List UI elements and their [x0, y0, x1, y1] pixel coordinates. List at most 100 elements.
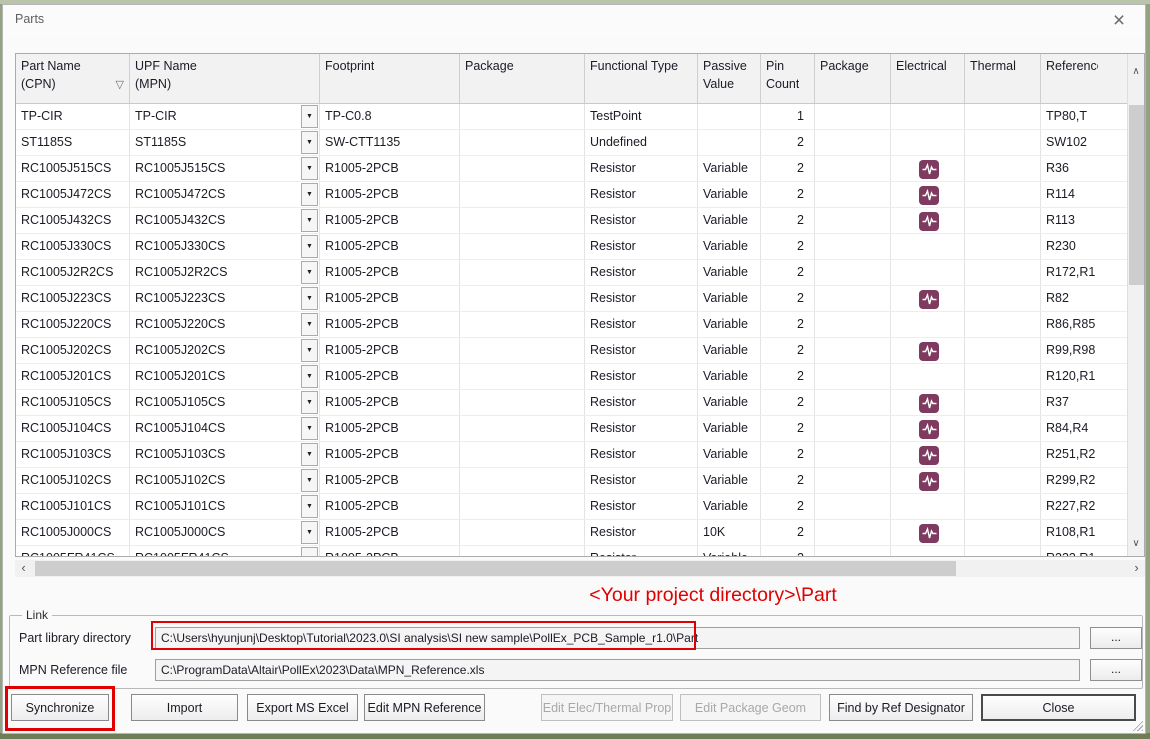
browse-part-library-button[interactable]: ...: [1090, 627, 1142, 649]
horizontal-scrollbar[interactable]: ‹ ›: [15, 560, 1145, 577]
sort-descending-icon: ▽: [116, 78, 124, 94]
mpn-dropdown-icon[interactable]: ▼: [301, 443, 318, 466]
scroll-right-icon[interactable]: ›: [1128, 560, 1145, 577]
table-row[interactable]: RC1005J223CSRC1005J223CS▼R1005-2PCBResis…: [16, 286, 1127, 312]
table-row[interactable]: TP-CIRTP-CIR▼TP-C0.8TestPoint1TP80,T: [16, 104, 1127, 130]
cell-package2: [815, 520, 891, 545]
table-row[interactable]: RC1005J104CSRC1005J104CS▼R1005-2PCBResis…: [16, 416, 1127, 442]
column-header-pin_count[interactable]: Pin Count: [761, 54, 815, 103]
cell-footprint: R1005-2PCB: [320, 442, 460, 467]
cell-pin_count: 2: [761, 364, 815, 389]
cell-footprint: R1005-2PCB: [320, 260, 460, 285]
horizontal-scrollbar-thumb[interactable]: [35, 561, 956, 576]
cell-reference: R84,R4: [1041, 416, 1127, 441]
electrical-waveform-icon[interactable]: [919, 446, 939, 465]
export-ms-excel-button[interactable]: Export MS Excel: [247, 694, 358, 721]
table-row[interactable]: RC1005J201CSRC1005J201CS▼R1005-2PCBResis…: [16, 364, 1127, 390]
electrical-waveform-icon[interactable]: [919, 394, 939, 413]
column-header-footprint[interactable]: Footprint: [320, 54, 460, 103]
electrical-waveform-icon[interactable]: [919, 524, 939, 543]
column-header-reference[interactable]: Reference: [1041, 54, 1127, 103]
scroll-down-icon[interactable]: ∨: [1128, 534, 1144, 554]
scroll-up-icon[interactable]: ∧: [1128, 62, 1144, 82]
table-row[interactable]: RC1005J105CSRC1005J105CS▼R1005-2PCBResis…: [16, 390, 1127, 416]
cell-reference: SW102: [1041, 130, 1127, 155]
scroll-left-icon[interactable]: ‹: [15, 560, 32, 577]
mpn-dropdown-icon[interactable]: ▼: [301, 261, 318, 284]
mpn-dropdown-icon[interactable]: ▼: [301, 287, 318, 310]
mpn-dropdown-icon[interactable]: ▼: [301, 209, 318, 232]
table-row[interactable]: RC1005FR41CSRC1005FR41CS▼R1005-2PCBResis…: [16, 546, 1127, 556]
column-header-passive_value[interactable]: Passive Value: [698, 54, 761, 103]
electrical-waveform-icon[interactable]: [919, 420, 939, 439]
table-row[interactable]: RC1005J330CSRC1005J330CS▼R1005-2PCBResis…: [16, 234, 1127, 260]
cell-footprint: R1005-2PCB: [320, 156, 460, 181]
vertical-scrollbar[interactable]: ∧ ∨: [1127, 54, 1144, 556]
cell-package: [460, 546, 585, 556]
electrical-waveform-icon[interactable]: [919, 186, 939, 205]
cell-thermal: [965, 520, 1041, 545]
mpn-dropdown-icon[interactable]: ▼: [301, 339, 318, 362]
column-header-label: Package: [465, 57, 514, 75]
cell-functional_type: Resistor: [585, 338, 698, 363]
close-icon[interactable]: ×: [1107, 9, 1131, 33]
cell-electrical: [891, 364, 965, 389]
import-button[interactable]: Import: [131, 694, 238, 721]
cell-functional_type: Resistor: [585, 182, 698, 207]
column-header-package[interactable]: Package: [460, 54, 585, 103]
table-row[interactable]: RC1005J515CSRC1005J515CS▼R1005-2PCBResis…: [16, 156, 1127, 182]
close-button[interactable]: Close: [981, 694, 1136, 721]
column-header-electrical[interactable]: Electrical: [891, 54, 965, 103]
mpn-dropdown-icon[interactable]: ▼: [301, 235, 318, 258]
table-row[interactable]: RC1005J102CSRC1005J102CS▼R1005-2PCBResis…: [16, 468, 1127, 494]
mpn-dropdown-icon[interactable]: ▼: [301, 547, 318, 556]
column-header-cpn[interactable]: Part Name (CPN)▽: [16, 54, 130, 103]
table-row[interactable]: RC1005J202CSRC1005J202CS▼R1005-2PCBResis…: [16, 338, 1127, 364]
electrical-waveform-icon[interactable]: [919, 290, 939, 309]
mpn-dropdown-icon[interactable]: ▼: [301, 365, 318, 388]
table-row[interactable]: RC1005J103CSRC1005J103CS▼R1005-2PCBResis…: [16, 442, 1127, 468]
table-row[interactable]: RC1005J472CSRC1005J472CS▼R1005-2PCBResis…: [16, 182, 1127, 208]
cell-package2: [815, 234, 891, 259]
column-header-package2[interactable]: Package: [815, 54, 891, 103]
mpn-reference-file-field[interactable]: C:\ProgramData\Altair\PollEx\2023\Data\M…: [155, 659, 1080, 681]
mpn-dropdown-icon[interactable]: ▼: [301, 521, 318, 544]
mpn-dropdown-icon[interactable]: ▼: [301, 495, 318, 518]
column-header-mpn[interactable]: UPF Name (MPN): [130, 54, 320, 103]
cell-cpn: RC1005J432CS: [16, 208, 130, 233]
cell-passive_value: Variable: [698, 468, 761, 493]
mpn-dropdown-icon[interactable]: ▼: [301, 417, 318, 440]
table-row[interactable]: RC1005J2R2CSRC1005J2R2CS▼R1005-2PCBResis…: [16, 260, 1127, 286]
mpn-dropdown-icon[interactable]: ▼: [301, 157, 318, 180]
table-row[interactable]: ST1185SST1185S▼SW-CTT1135Undefined2SW102: [16, 130, 1127, 156]
electrical-waveform-icon[interactable]: [919, 472, 939, 491]
edit-mpn-reference-button[interactable]: Edit MPN Reference: [364, 694, 485, 721]
mpn-dropdown-icon[interactable]: ▼: [301, 183, 318, 206]
cell-mpn: RC1005J103CS▼: [130, 442, 320, 467]
cell-package: [460, 442, 585, 467]
electrical-waveform-icon[interactable]: [919, 212, 939, 231]
cell-electrical: [891, 208, 965, 233]
browse-mpn-reference-button[interactable]: ...: [1090, 659, 1142, 681]
mpn-dropdown-icon[interactable]: ▼: [301, 105, 318, 128]
table-row[interactable]: RC1005J000CSRC1005J000CS▼R1005-2PCBResis…: [16, 520, 1127, 546]
mpn-dropdown-icon[interactable]: ▼: [301, 313, 318, 336]
cell-electrical: [891, 286, 965, 311]
electrical-waveform-icon[interactable]: [919, 160, 939, 179]
cell-electrical: [891, 494, 965, 519]
mpn-dropdown-icon[interactable]: ▼: [301, 391, 318, 414]
column-header-thermal[interactable]: Thermal: [965, 54, 1041, 103]
synchronize-button[interactable]: Synchronize: [11, 694, 109, 721]
cell-cpn: RC1005J102CS: [16, 468, 130, 493]
part-library-directory-field[interactable]: C:\Users\hyunjunj\Desktop\Tutorial\2023.…: [155, 627, 1080, 649]
column-header-functional_type[interactable]: Functional Type: [585, 54, 698, 103]
cell-package: [460, 416, 585, 441]
vertical-scrollbar-thumb[interactable]: [1129, 105, 1144, 285]
table-row[interactable]: RC1005J220CSRC1005J220CS▼R1005-2PCBResis…: [16, 312, 1127, 338]
table-row[interactable]: RC1005J432CSRC1005J432CS▼R1005-2PCBResis…: [16, 208, 1127, 234]
electrical-waveform-icon[interactable]: [919, 342, 939, 361]
mpn-dropdown-icon[interactable]: ▼: [301, 131, 318, 154]
table-row[interactable]: RC1005J101CSRC1005J101CS▼R1005-2PCBResis…: [16, 494, 1127, 520]
mpn-dropdown-icon[interactable]: ▼: [301, 469, 318, 492]
find-by-ref-designator-button[interactable]: Find by Ref Designator: [829, 694, 973, 721]
